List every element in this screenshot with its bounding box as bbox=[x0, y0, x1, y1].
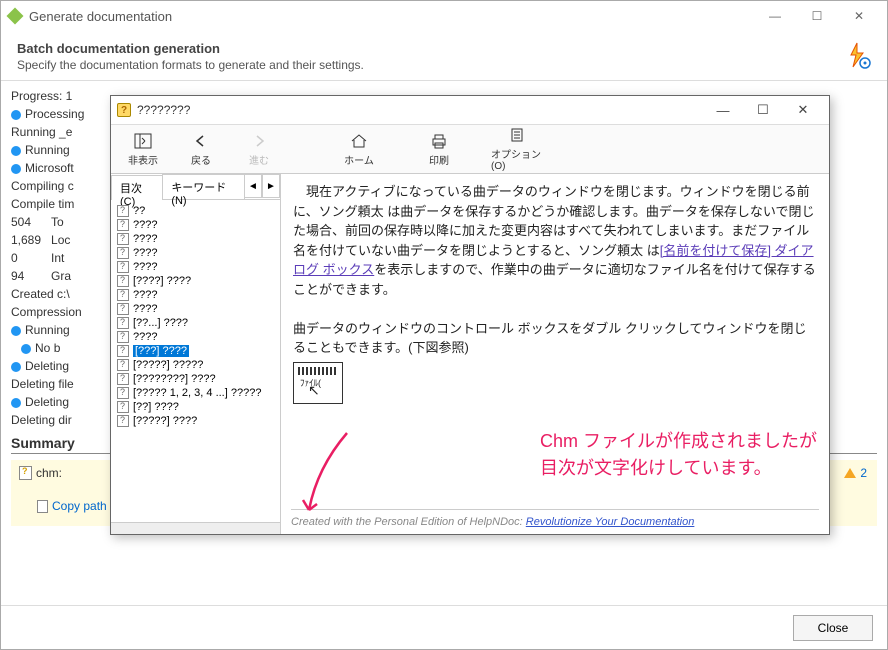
chm-icon bbox=[19, 466, 32, 480]
header: Batch documentation generation Specify t… bbox=[1, 31, 887, 81]
header-subtitle: Specify the documentation formats to gen… bbox=[17, 58, 843, 72]
page-icon bbox=[117, 261, 129, 273]
toc-item-label: ???? bbox=[133, 289, 157, 301]
footer: Close bbox=[1, 605, 887, 649]
hide-button[interactable]: 非表示 bbox=[115, 126, 171, 172]
help-footer-credit: Created with the Personal Edition of Hel… bbox=[291, 509, 819, 531]
toc-item-label: [?????] ???? bbox=[133, 415, 197, 427]
tab-keyword[interactable]: キーワード(N) bbox=[162, 174, 245, 199]
page-icon bbox=[117, 359, 129, 371]
back-button[interactable]: 戻る bbox=[173, 126, 229, 172]
warning-icon bbox=[844, 468, 856, 478]
minimize-button[interactable]: — bbox=[755, 4, 795, 28]
help-toolbar: 非表示 戻る 進む ホーム 印刷 オプション(O) bbox=[111, 124, 829, 174]
page-icon bbox=[117, 247, 129, 259]
help-maximize-button[interactable]: ☐ bbox=[743, 98, 783, 122]
toc-item-label: ???? bbox=[133, 247, 157, 259]
toc-item-label: [??] ???? bbox=[133, 401, 179, 413]
tab-toc[interactable]: 目次(C) bbox=[111, 175, 163, 200]
page-icon bbox=[117, 219, 129, 231]
toc-item[interactable]: ???? bbox=[115, 246, 276, 260]
toc-item-label: [?????] ????? bbox=[133, 359, 203, 371]
page-icon bbox=[117, 275, 129, 287]
toc-item-label: ???? bbox=[133, 219, 157, 231]
toc-item[interactable]: [?????] ????? bbox=[115, 358, 276, 372]
window-title: Generate documentation bbox=[29, 9, 755, 24]
toc-item[interactable]: ???? bbox=[115, 330, 276, 344]
control-box-figure: ﾌｧｲﾙ( bbox=[293, 362, 343, 404]
page-icon bbox=[117, 387, 129, 399]
annotation-text: Chm ファイルが作成されましたが 目次が文字化けしています。 bbox=[540, 428, 817, 482]
help-paragraph: 現在アクティブになっている曲データのウィンドウを閉じます。ウィンドウを閉じる前に… bbox=[293, 182, 817, 299]
nav-tabs: 目次(C) キーワード(N) ◄► bbox=[111, 174, 280, 200]
help-close-button[interactable]: ✕ bbox=[783, 98, 823, 122]
maximize-button[interactable]: ☐ bbox=[797, 4, 837, 28]
toc-item-label: [????] ???? bbox=[133, 275, 191, 287]
toc-item[interactable]: ???? bbox=[115, 288, 276, 302]
help-title-bar: ? ???????? — ☐ ✕ bbox=[111, 96, 829, 124]
forward-button: 進む bbox=[231, 126, 287, 172]
toc-item[interactable]: ?? bbox=[115, 204, 276, 218]
close-button[interactable]: Close bbox=[793, 615, 873, 641]
help-minimize-button[interactable]: — bbox=[703, 98, 743, 122]
page-icon bbox=[117, 401, 129, 413]
page-icon bbox=[117, 317, 129, 329]
page-icon bbox=[117, 373, 129, 385]
toc-item[interactable]: ???? bbox=[115, 218, 276, 232]
toc-item-label: [???] ???? bbox=[133, 345, 189, 357]
print-button[interactable]: 印刷 bbox=[411, 126, 467, 172]
toc-item[interactable]: [??] ???? bbox=[115, 400, 276, 414]
helpndoc-link[interactable]: Revolutionize Your Documentation bbox=[526, 516, 695, 528]
chm-help-window: ? ???????? — ☐ ✕ 非表示 戻る 進む ホーム 印刷 オプション(… bbox=[110, 95, 830, 535]
toc-item[interactable]: [????] ???? bbox=[115, 274, 276, 288]
page-icon bbox=[117, 331, 129, 343]
tree-scrollbar[interactable] bbox=[111, 522, 280, 534]
app-icon bbox=[7, 8, 24, 25]
tab-scroll-right[interactable]: ► bbox=[262, 174, 280, 198]
toc-item-label: [??...] ???? bbox=[133, 317, 188, 329]
toc-item-label: ???? bbox=[133, 303, 157, 315]
toc-tree[interactable]: ?????????????????? [????] ???????????? [??… bbox=[111, 200, 280, 522]
toc-item-label: ???? bbox=[133, 331, 157, 343]
page-icon bbox=[117, 345, 129, 357]
document-icon bbox=[37, 500, 48, 513]
warning-badge[interactable]: 2 bbox=[844, 466, 867, 480]
toc-item-label: ???? bbox=[133, 233, 157, 245]
options-button[interactable]: オプション(O) bbox=[491, 126, 547, 172]
help-content: 現在アクティブになっている曲データのウィンドウを閉じます。ウィンドウを閉じる前に… bbox=[281, 174, 829, 534]
toc-item[interactable]: [????? 1, 2, 3, 4 ...] ????? bbox=[115, 386, 276, 400]
home-button[interactable]: ホーム bbox=[331, 126, 387, 172]
toc-item-label: ???? bbox=[133, 261, 157, 273]
toc-item[interactable]: [??...] ???? bbox=[115, 316, 276, 330]
page-icon bbox=[117, 289, 129, 301]
toc-item[interactable]: [???] ???? bbox=[115, 344, 276, 358]
header-title: Batch documentation generation bbox=[17, 41, 843, 56]
toc-item-label: [????????] ???? bbox=[133, 373, 216, 385]
page-icon bbox=[117, 205, 129, 217]
tab-scroll-left[interactable]: ◄ bbox=[244, 174, 262, 198]
toc-item[interactable]: [?????] ???? bbox=[115, 414, 276, 428]
help-app-icon: ? bbox=[117, 103, 131, 117]
help-window-title: ???????? bbox=[137, 103, 190, 117]
lightning-icon bbox=[843, 41, 871, 69]
page-icon bbox=[117, 303, 129, 315]
toc-item[interactable]: ???? bbox=[115, 260, 276, 274]
chm-label: chm: bbox=[19, 466, 62, 480]
page-icon bbox=[117, 233, 129, 245]
toc-item-label: [????? 1, 2, 3, 4 ...] ????? bbox=[133, 387, 261, 399]
help-paragraph: 曲データのウィンドウのコントロール ボックスをダブル クリックしてウィンドウを閉… bbox=[293, 319, 817, 358]
close-window-button[interactable]: ✕ bbox=[839, 4, 879, 28]
toc-item[interactable]: [????????] ???? bbox=[115, 372, 276, 386]
title-bar: Generate documentation — ☐ ✕ bbox=[1, 1, 887, 31]
copy-path-link[interactable]: Copy path bbox=[37, 499, 107, 513]
nav-pane: 目次(C) キーワード(N) ◄► ?????????????????? [???… bbox=[111, 174, 281, 534]
toc-item[interactable]: ???? bbox=[115, 232, 276, 246]
page-icon bbox=[117, 415, 129, 427]
toc-item[interactable]: ???? bbox=[115, 302, 276, 316]
